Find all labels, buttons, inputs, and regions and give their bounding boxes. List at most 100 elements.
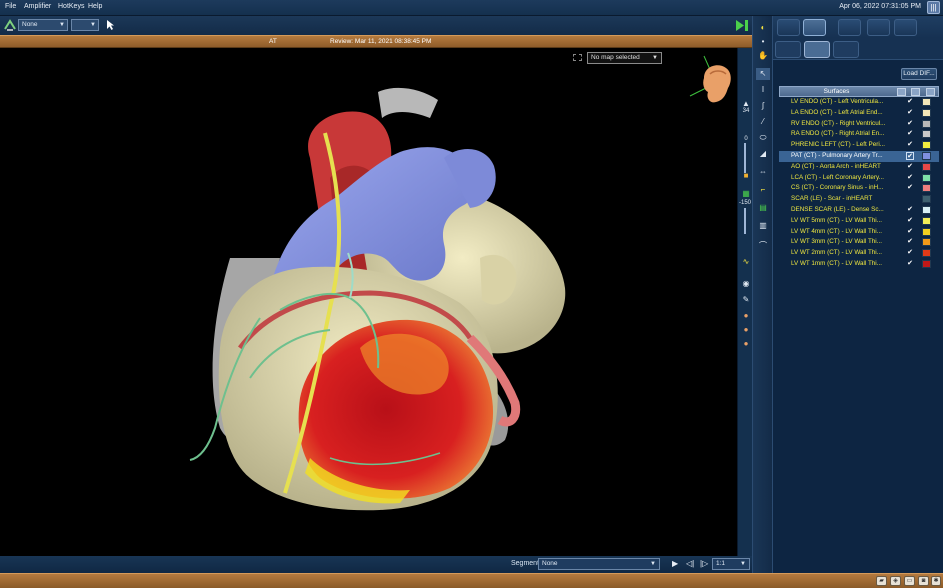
pencil-icon[interactable]: ✎ <box>739 294 753 306</box>
map-select[interactable]: No map selected ▼ <box>587 52 662 64</box>
toolbar-select-primary[interactable]: None ▼ <box>18 19 68 31</box>
head-right-icon[interactable]: ● <box>739 338 753 350</box>
surface-row[interactable]: AO (CT) - Aorta Arch - inHEART ✔ <box>779 162 939 173</box>
surface-row[interactable]: LV WT 1mm (CT) - LV Wall Thi... ✔ <box>779 259 939 270</box>
surface-visible-checkbox[interactable]: ✔ <box>906 217 914 225</box>
surface-visible-checkbox[interactable]: ✔ <box>906 163 914 171</box>
ruler-icon[interactable]: ⁄ <box>756 116 770 128</box>
tab-recording[interactable] <box>867 19 890 36</box>
surface-visible-checkbox[interactable]: ✔ <box>906 120 914 128</box>
surface-visible-checkbox[interactable] <box>906 195 914 203</box>
surface-color-swatch[interactable] <box>922 162 931 171</box>
menu-file[interactable]: File <box>5 3 16 10</box>
surface-color-swatch[interactable] <box>922 119 931 128</box>
surface-visible-checkbox[interactable]: ✔ <box>906 174 914 182</box>
spline-icon[interactable]: ⌒ <box>756 240 770 252</box>
surface-visible-checkbox[interactable]: ✔ <box>906 228 914 236</box>
upper-slider-track[interactable] <box>744 143 746 173</box>
visibility-icon[interactable] <box>911 88 920 96</box>
menu-amplifier[interactable]: Amplifier <box>24 3 51 10</box>
surface-row[interactable]: LV WT 2mm (CT) - LV Wall Thi... ✔ <box>779 248 939 259</box>
surface-row[interactable]: LV WT 4mm (CT) - LV Wall Thi... ✔ <box>779 227 939 238</box>
menu-help[interactable]: Help <box>88 3 102 10</box>
surface-visible-checkbox[interactable]: ✔ <box>906 141 914 149</box>
color-palette-icon[interactable] <box>926 88 935 96</box>
lock-icon[interactable]: ■ <box>739 170 753 182</box>
step-back-icon[interactable]: ◁| <box>686 559 694 568</box>
surface-row[interactable]: SCAR (LE) - Scar - inHEART <box>779 194 939 205</box>
surface-color-swatch[interactable] <box>922 259 931 268</box>
subtab-surfaces[interactable] <box>804 41 830 58</box>
camera-icon[interactable]: ◙ <box>918 576 929 586</box>
settings-icon[interactable]: ✱ <box>931 576 941 586</box>
surface-color-swatch[interactable] <box>922 130 931 139</box>
grid-icon[interactable]: ▦ <box>739 188 753 200</box>
tab-settings[interactable] <box>894 19 917 36</box>
surface-color-swatch[interactable] <box>922 249 931 258</box>
surface-visible-checkbox[interactable]: ✔ <box>906 98 914 106</box>
color-scale-icon[interactable]: ▥ <box>756 220 770 232</box>
lower-slider-track[interactable] <box>744 208 746 234</box>
3d-viewport[interactable]: No map selected ▼ <box>0 48 752 556</box>
play-icon[interactable]: ▶ <box>672 559 678 568</box>
surface-row[interactable]: PAT (CT) - Pulmonary Artery Tr... ✔ <box>779 150 939 162</box>
surface-row[interactable]: LA ENDO (CT) - Left Atrial End... ✔ <box>779 108 939 119</box>
surface-color-swatch[interactable] <box>922 141 931 150</box>
surface-row[interactable]: DENSE SCAR (LE) - Dense Sc... ✔ <box>779 205 939 216</box>
heart-model[interactable] <box>0 48 752 556</box>
dot-icon[interactable]: • <box>756 36 770 48</box>
surface-color-swatch[interactable] <box>922 184 931 193</box>
subtab-landmarks[interactable] <box>833 41 859 58</box>
tab-catheter[interactable] <box>838 19 861 36</box>
surface-row[interactable]: LV WT 5mm (CT) - LV Wall Thi... ✔ <box>779 216 939 227</box>
surface-row[interactable]: CS (CT) - Coronary Sinus - inH... ✔ <box>779 183 939 194</box>
tab-model[interactable] <box>803 19 826 36</box>
surface-row[interactable]: RA ENDO (CT) - Right Atrial En... ✔ <box>779 129 939 140</box>
sort-icon[interactable] <box>897 88 906 96</box>
surface-row[interactable]: LV WT 3mm (CT) - LV Wall Thi... ✔ <box>779 237 939 248</box>
load-dif-button[interactable]: Load DIF... <box>901 68 937 80</box>
surface-visible-checkbox[interactable]: ✔ <box>906 260 914 268</box>
hand-icon[interactable]: ✋ <box>756 50 770 62</box>
zoom-select[interactable]: 1:1 ▼ <box>712 558 750 570</box>
i-beam-icon[interactable]: I <box>756 84 770 96</box>
pointer-tool-icon[interactable]: ↖ <box>756 68 770 80</box>
map-tools-icon[interactable]: ◐ <box>756 22 770 34</box>
surface-color-swatch[interactable] <box>922 216 931 225</box>
chat-icon[interactable]: ▰ <box>876 576 887 586</box>
surface-visible-checkbox[interactable]: ✔ <box>906 109 914 117</box>
subtab-geometry[interactable] <box>775 41 801 58</box>
shield-icon[interactable]: ◈ <box>890 576 901 586</box>
exit-review-icon[interactable] <box>734 19 750 32</box>
eraser-icon[interactable]: ◢ <box>756 148 770 160</box>
map-legend-icon[interactable] <box>573 54 582 61</box>
waveform-icon[interactable]: ∿ <box>739 256 753 268</box>
surface-row[interactable]: PHRENIC LEFT (CT) - Left Peri... ✔ <box>779 140 939 151</box>
segment-select[interactable]: None ▼ <box>538 558 660 570</box>
surface-row[interactable]: LV ENDO (CT) - Left Ventricula... ✔ <box>779 97 939 108</box>
surface-color-swatch[interactable] <box>922 227 931 236</box>
resize-icon[interactable]: ⇔ <box>756 166 770 178</box>
eye-icon[interactable]: ◉ <box>739 278 753 290</box>
ellipse-tool-icon[interactable]: ⬭ <box>756 132 770 144</box>
surface-color-swatch[interactable] <box>922 173 931 182</box>
surface-visible-checkbox[interactable]: ✔ <box>906 184 914 192</box>
surface-color-swatch[interactable] <box>922 195 931 204</box>
monitor-icon[interactable]: ▭ <box>904 576 915 586</box>
toolbar-select-secondary[interactable]: ▼ <box>71 19 99 31</box>
head-left-icon[interactable]: ● <box>739 324 753 336</box>
surface-row[interactable]: LCA (CT) - Left Coronary Artery... ✔ <box>779 173 939 184</box>
system-menu-icon[interactable]: ||| <box>927 1 940 14</box>
surface-color-swatch[interactable] <box>922 98 931 106</box>
layers-icon[interactable]: ▤ <box>756 202 770 214</box>
brush-icon[interactable]: ⌐ <box>756 184 770 196</box>
surface-color-swatch[interactable] <box>922 151 931 160</box>
surface-visible-checkbox[interactable]: ✔ <box>906 249 914 257</box>
tab-signals[interactable] <box>777 19 800 36</box>
menu-hotkeys[interactable]: HotKeys <box>58 3 84 10</box>
surface-visible-checkbox[interactable]: ✔ <box>906 238 914 246</box>
cursor-icon[interactable] <box>106 19 115 31</box>
surface-visible-checkbox[interactable]: ✔ <box>906 130 914 138</box>
surface-color-swatch[interactable] <box>922 108 931 117</box>
head-view-icon[interactable]: ● <box>739 310 753 322</box>
